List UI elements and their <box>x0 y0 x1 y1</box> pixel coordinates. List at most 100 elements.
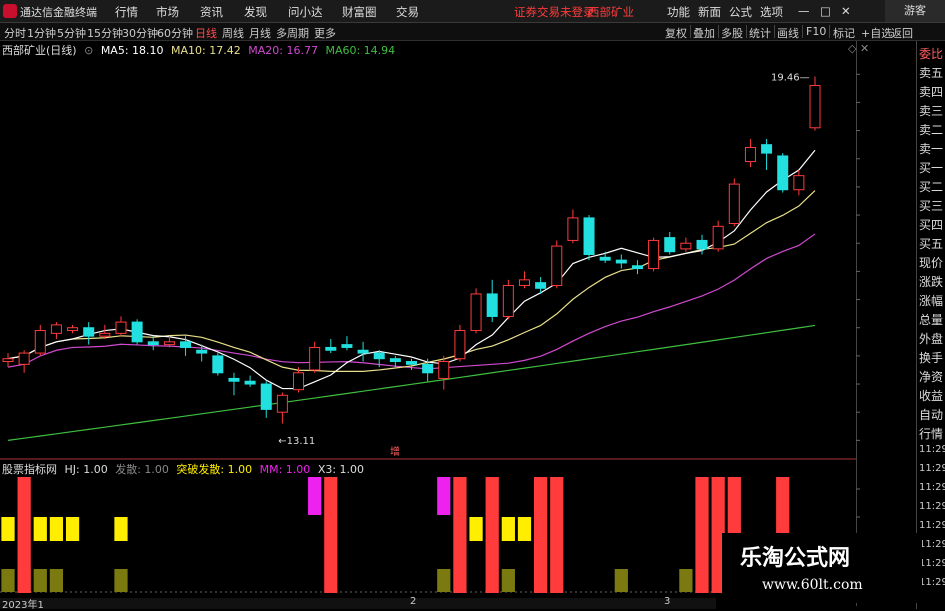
ma20-line <box>7 233 816 370</box>
signal-bar-red <box>534 477 548 593</box>
menu-wenxiaoda[interactable]: 问小达 <box>288 4 323 20</box>
tool-f10[interactable]: F10 <box>806 25 826 38</box>
candle-body <box>389 358 401 363</box>
signal-bar-red <box>453 477 467 593</box>
side-panel-label: 卖一 <box>919 142 944 156</box>
toolbar-divider <box>718 25 719 38</box>
candle-body <box>228 377 240 382</box>
watermark-url: www.60lt.com <box>762 577 863 593</box>
period-weekly[interactable]: 周线 <box>222 25 244 41</box>
candle-body <box>470 293 482 332</box>
candle-body <box>309 346 321 371</box>
menu-jiaoyi[interactable]: 交易 <box>396 4 419 20</box>
candle-body <box>664 237 676 253</box>
tool-add-watchlist[interactable]: +自选 <box>861 25 892 41</box>
quote-side-panel[interactable]: 委比 卖五 卖四 卖三 卖二 卖一 买一 买二 买三 买四 买五 现价 涨跌 涨幅 总量 外盘 换手 净资 收益 自动… <box>916 41 945 609</box>
side-panel-label: 买三 <box>919 199 944 213</box>
candle-body <box>744 146 756 163</box>
side-panel-label: 11:29 <box>919 444 945 455</box>
legend-hj: HJ: 1.00 <box>64 463 108 476</box>
menu-bar: 通达信金融终端 行情 市场 资讯 发现 问小达 财富圈 交易 证券交易未登录 西… <box>0 0 945 23</box>
guest-button[interactable]: 游客 <box>885 0 945 22</box>
menu-hangqing[interactable]: 行情 <box>115 4 138 20</box>
candle-body <box>67 327 79 332</box>
indicator-legend: 股票指标网 HJ: 1.00 发散: 1.00 突破发散: 1.00 MM: 1… <box>2 461 368 477</box>
tool-diejia[interactable]: 叠加 <box>693 25 715 41</box>
close-icon[interactable]: ✕ <box>841 4 851 18</box>
legend-tupo: 突破发散: 1.00 <box>176 463 253 476</box>
high-price-annotation: 19.46— <box>771 73 810 84</box>
watermark-text: 乐淘公式网 <box>740 545 851 571</box>
candle-body <box>341 344 353 348</box>
candle-body <box>809 85 821 129</box>
candlestick-chart[interactable]: 19.5019.0018.5018.0017.5017.0016.5016.00… <box>0 41 860 461</box>
side-panel-label: 卖五 <box>919 66 944 80</box>
current-stock-name: 西部矿业 <box>588 5 634 19</box>
candle-body <box>50 324 62 334</box>
signal-bar-yellow <box>49 517 64 541</box>
trade-login-status[interactable]: 证券交易未登录 <box>514 4 595 20</box>
period-fenshi[interactable]: 分时 <box>4 25 26 41</box>
period-15min[interactable]: 15分钟 <box>87 25 123 41</box>
tool-biaoji[interactable]: 标记 <box>833 25 855 41</box>
tool-back[interactable]: 返回 <box>891 25 913 41</box>
period-1min[interactable]: 1分钟 <box>27 25 56 41</box>
side-panel-label: 买一 <box>919 161 944 175</box>
side-panel-label: 11:29 <box>919 539 945 550</box>
menu-zixun[interactable]: 资讯 <box>200 4 223 20</box>
period-30min[interactable]: 30分钟 <box>122 25 158 41</box>
legend-ma20: MA20: 16.77 <box>248 44 318 57</box>
minimize-icon[interactable]: — <box>798 4 810 18</box>
signal-bar-yellow <box>1 517 15 541</box>
period-5min[interactable]: 5分钟 <box>57 25 86 41</box>
signal-bar-magenta <box>437 477 451 515</box>
signal-bar-red <box>485 477 499 593</box>
menu-gongshi[interactable]: 公式 <box>729 4 752 20</box>
legend-ma60: MA60: 14.94 <box>325 44 396 57</box>
period-daily[interactable]: 日线 <box>195 25 217 41</box>
menu-faxian[interactable]: 发现 <box>244 4 267 20</box>
candle-body <box>777 155 789 191</box>
olive-bar <box>1 569 15 592</box>
candle-body <box>535 282 547 289</box>
candle-body <box>34 330 46 354</box>
period-monthly[interactable]: 月线 <box>249 25 271 41</box>
olive-bar <box>679 569 693 592</box>
period-60min[interactable]: 60分钟 <box>157 25 193 41</box>
menu-xuanxiang[interactable]: 选项 <box>760 4 783 20</box>
candle-body <box>212 355 224 374</box>
side-panel-label: 自动 <box>919 408 944 422</box>
tool-huaxian[interactable]: 画线 <box>777 25 799 41</box>
menu-gongneng[interactable]: 功能 <box>667 4 690 20</box>
signal-bar-yellow <box>501 517 515 541</box>
signal-bar-red <box>695 477 709 593</box>
chart-settings-icon[interactable]: ◇ <box>848 42 856 55</box>
chart-close-icon[interactable]: ✕ <box>860 42 869 55</box>
maximize-icon[interactable]: □ <box>820 4 831 18</box>
candle-body <box>631 265 643 270</box>
candle-body <box>422 363 434 374</box>
candle-body <box>147 341 159 346</box>
candle-body <box>454 330 466 360</box>
signal-bar-yellow <box>33 517 47 541</box>
signal-bar-red <box>324 477 338 593</box>
candle-body <box>276 394 288 413</box>
period-multi[interactable]: 多周期 <box>276 25 309 41</box>
toolbar-divider <box>829 25 830 38</box>
menu-shichang[interactable]: 市场 <box>156 4 179 20</box>
tool-tongji[interactable]: 统计 <box>749 25 771 41</box>
candle-body <box>325 346 337 351</box>
candle-body <box>357 349 369 354</box>
legend-toggle-icon[interactable]: ⊙ <box>84 44 93 57</box>
olive-bar <box>33 569 47 592</box>
tool-duogu[interactable]: 多股 <box>721 25 743 41</box>
side-panel-label: 收益 <box>919 389 944 403</box>
signal-bar-yellow <box>114 517 128 541</box>
menu-caifuquan[interactable]: 财富圈 <box>342 4 377 20</box>
legend-ma10: MA10: 17.42 <box>171 44 241 57</box>
tool-fuquan[interactable]: 复权 <box>665 25 687 41</box>
candle-body <box>373 352 385 360</box>
menu-xinmian[interactable]: 新面 <box>698 4 721 20</box>
period-more[interactable]: 更多 <box>314 25 336 41</box>
price-axis-line <box>856 41 857 461</box>
